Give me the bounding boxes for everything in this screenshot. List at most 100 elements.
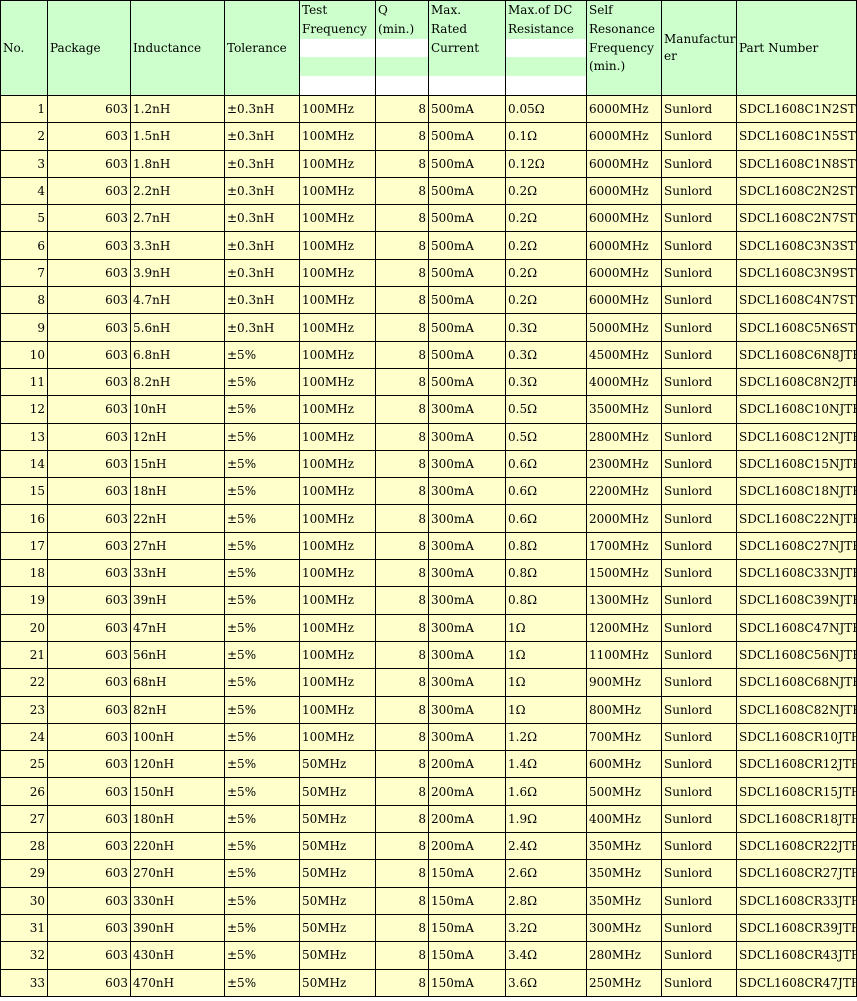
cell-inductance: 8.2nH bbox=[130, 367, 225, 397]
cell-rated-current: 500mA bbox=[428, 176, 506, 206]
table-row: 25 603 120nH ±5% 50MHz 8 200mA 1.4Ω 600MHz Sunlor… bbox=[0, 750, 857, 779]
cell-manufacturer: Sunlord bbox=[661, 559, 737, 588]
cell-part-number: SDCL1608CR47JTF bbox=[736, 968, 857, 997]
cell-test-frequency: 100MHz bbox=[299, 613, 376, 642]
cell-tolerance: ±5% bbox=[224, 886, 300, 915]
cell-package: 603 bbox=[47, 586, 131, 615]
cell-package: 603 bbox=[47, 340, 131, 369]
cell-part-number: SDCL1608C3N3STF bbox=[736, 231, 857, 260]
cell-inductance: 180nH bbox=[130, 804, 225, 834]
cell-part-number: SDCL1608CR33JTF bbox=[736, 886, 857, 915]
cell-inductance: 3.3nH bbox=[130, 231, 225, 260]
cell-part-number: SDCL1608C27NJTF bbox=[736, 531, 857, 561]
cell-package: 603 bbox=[47, 968, 131, 997]
cell-inductance: 390nH bbox=[130, 913, 225, 943]
cell-test-frequency: 50MHz bbox=[299, 913, 376, 943]
cell-test-frequency: 100MHz bbox=[299, 559, 376, 588]
cell-tolerance: ±5% bbox=[224, 941, 300, 970]
cell-self-resonance-frequency: 900MHz bbox=[586, 668, 662, 697]
cell-rated-current: 500mA bbox=[428, 231, 506, 260]
cell-test-frequency: 100MHz bbox=[299, 586, 376, 615]
cell-package: 603 bbox=[47, 176, 131, 206]
header-q-line: (min.) bbox=[376, 19, 428, 39]
cell-dc-resistance: 0.8Ω bbox=[505, 559, 587, 588]
cell-manufacturer: Sunlord bbox=[661, 286, 737, 315]
cell-no: 16 bbox=[0, 504, 48, 533]
cell-dc-resistance: 3.2Ω bbox=[505, 913, 587, 943]
cell-q-min: 8 bbox=[375, 722, 429, 752]
cell-dc-resistance: 3.4Ω bbox=[505, 941, 587, 970]
cell-manufacturer: Sunlord bbox=[661, 204, 737, 233]
cell-test-frequency: 100MHz bbox=[299, 477, 376, 506]
cell-q-min: 8 bbox=[375, 640, 429, 670]
cell-self-resonance-frequency: 6000MHz bbox=[586, 176, 662, 206]
cell-inductance: 33nH bbox=[130, 559, 225, 588]
cell-part-number: SDCL1608C5N6STF bbox=[736, 313, 857, 342]
cell-rated-current: 300mA bbox=[428, 559, 506, 588]
cell-inductance: 220nH bbox=[130, 832, 225, 861]
cell-package: 603 bbox=[47, 286, 131, 315]
header-dc-resistance-line: Resistance bbox=[506, 19, 586, 39]
cell-q-min: 8 bbox=[375, 367, 429, 397]
table-row: 17 603 27nH ±5% 100MHz 8 300mA 0.8Ω 1700MHz Sunlo… bbox=[0, 531, 857, 561]
cell-inductance: 39nH bbox=[130, 586, 225, 615]
cell-tolerance: ±5% bbox=[224, 559, 300, 588]
cell-inductance: 330nH bbox=[130, 886, 225, 915]
cell-package: 603 bbox=[47, 477, 131, 506]
cell-rated-current: 150mA bbox=[428, 968, 506, 997]
cell-package: 603 bbox=[47, 859, 131, 888]
cell-part-number: SDCL1608C22NJTF bbox=[736, 504, 857, 533]
cell-tolerance: ±5% bbox=[224, 613, 300, 642]
cell-self-resonance-frequency: 6000MHz bbox=[586, 94, 662, 124]
cell-self-resonance-frequency: 1500MHz bbox=[586, 559, 662, 588]
cell-test-frequency: 100MHz bbox=[299, 176, 376, 206]
cell-no: 32 bbox=[0, 941, 48, 970]
cell-tolerance: ±5% bbox=[224, 367, 300, 397]
cell-q-min: 8 bbox=[375, 94, 429, 124]
cell-tolerance: ±5% bbox=[224, 695, 300, 724]
cell-inductance: 120nH bbox=[130, 750, 225, 779]
cell-manufacturer: Sunlord bbox=[661, 886, 737, 915]
cell-package: 603 bbox=[47, 913, 131, 943]
cell-q-min: 8 bbox=[375, 204, 429, 233]
header-srf-line: (min.) bbox=[587, 57, 661, 77]
cell-manufacturer: Sunlord bbox=[661, 531, 737, 561]
cell-self-resonance-frequency: 350MHz bbox=[586, 886, 662, 915]
cell-rated-current: 300mA bbox=[428, 395, 506, 424]
cell-q-min: 8 bbox=[375, 750, 429, 779]
cell-part-number: SDCL1608C6N8JTF bbox=[736, 340, 857, 369]
cell-rated-current: 300mA bbox=[428, 531, 506, 561]
cell-package: 603 bbox=[47, 640, 131, 670]
cell-tolerance: ±0.3nH bbox=[224, 313, 300, 342]
cell-package: 603 bbox=[47, 231, 131, 260]
cell-no: 2 bbox=[0, 122, 48, 151]
cell-tolerance: ±0.3nH bbox=[224, 231, 300, 260]
header-test-frequency: Test Frequency bbox=[299, 0, 376, 96]
cell-no: 4 bbox=[0, 176, 48, 206]
cell-q-min: 8 bbox=[375, 504, 429, 533]
cell-inductance: 4.7nH bbox=[130, 286, 225, 315]
cell-dc-resistance: 0.3Ω bbox=[505, 313, 587, 342]
cell-package: 603 bbox=[47, 258, 131, 288]
cell-no: 1 bbox=[0, 94, 48, 124]
cell-self-resonance-frequency: 1100MHz bbox=[586, 640, 662, 670]
cell-no: 33 bbox=[0, 968, 48, 997]
cell-part-number: SDCL1608C10NJTF bbox=[736, 395, 857, 424]
table-row: 23 603 82nH ±5% 100MHz 8 300mA 1Ω 800MHz Sunlord S… bbox=[0, 695, 857, 724]
cell-manufacturer: Sunlord bbox=[661, 313, 737, 342]
cell-manufacturer: Sunlord bbox=[661, 750, 737, 779]
cell-self-resonance-frequency: 4500MHz bbox=[586, 340, 662, 369]
cell-part-number: SDCL1608C8N2JTF bbox=[736, 367, 857, 397]
cell-test-frequency: 100MHz bbox=[299, 395, 376, 424]
cell-q-min: 8 bbox=[375, 258, 429, 288]
cell-test-frequency: 100MHz bbox=[299, 722, 376, 752]
cell-dc-resistance: 2.8Ω bbox=[505, 886, 587, 915]
cell-q-min: 8 bbox=[375, 176, 429, 206]
cell-no: 20 bbox=[0, 613, 48, 642]
cell-no: 27 bbox=[0, 804, 48, 834]
cell-self-resonance-frequency: 1300MHz bbox=[586, 586, 662, 615]
cell-test-frequency: 100MHz bbox=[299, 286, 376, 315]
cell-self-resonance-frequency: 2200MHz bbox=[586, 477, 662, 506]
cell-q-min: 8 bbox=[375, 477, 429, 506]
cell-dc-resistance: 0.8Ω bbox=[505, 586, 587, 615]
